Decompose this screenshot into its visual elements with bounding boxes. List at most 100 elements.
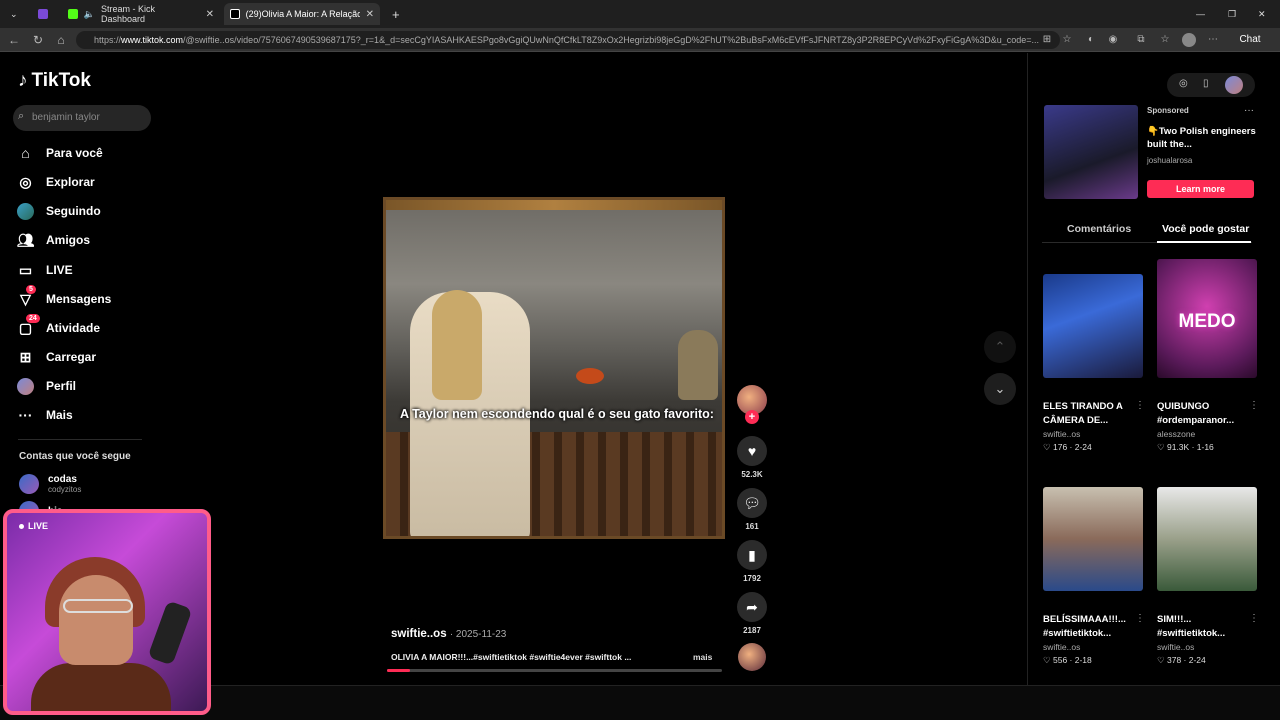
sidebar-item-label: Perfil [46,379,77,393]
suggested-video-card[interactable]: MEDO QUIBUNGO #ordemparanor... ⋮ alesszo… [1157,259,1259,453]
webcam-shirt [31,663,171,711]
next-video-button[interactable]: ⌄ [984,373,1016,405]
menu-icon[interactable]: ⋯ [1206,33,1220,47]
sidebar-item-seguindo[interactable]: Seguindo [17,201,101,221]
ad-user[interactable]: joshualarosa [1147,156,1192,165]
sidebar-item-explorar[interactable]: ◎ Explorar [17,172,94,192]
account-handle: codyzitos [48,485,82,494]
webcam-overlay: LIVE [3,509,211,715]
minimize-button[interactable]: — [1190,3,1211,25]
reload-icon[interactable]: ↻ [30,32,46,48]
home-icon[interactable]: ⌂ [53,32,69,48]
account-name: codas [48,474,77,485]
follow-button[interactable]: + [745,410,759,424]
like-count: 52.3K [741,470,763,479]
extensions-icon[interactable]: ⧉ [1134,33,1148,47]
user-avatar[interactable] [1225,76,1243,94]
heart-outline-icon: ♡ [1157,442,1167,452]
back-icon[interactable]: ← [6,32,22,48]
video-scene-bird [576,368,604,384]
sidebar-item-perfil[interactable]: Perfil [17,376,76,396]
following-title: Contas que você segue [19,451,131,462]
card-author: alesszone [1157,429,1196,439]
close-window-button[interactable]: ✕ [1252,3,1272,25]
sidebar-item-mensagens[interactable]: ▽ 5 Mensagens [17,284,111,309]
chevron-up-icon: ⌃ [994,339,1006,354]
sidebar-item-carregar[interactable]: ⊞ Carregar [17,347,96,367]
sidebar-item-amigos[interactable]: 👥︎ Amigos [17,230,90,250]
card-menu-icon[interactable]: ⋮ [1249,400,1259,411]
suggested-video-card[interactable]: SIM!!!... #swiftietiktok... ⋮ swiftie..o… [1157,487,1259,666]
heart-icon: ♥ [737,436,767,466]
video-thumbnail[interactable] [1157,487,1257,591]
copilot-chat-button[interactable]: Chat [1230,33,1270,47]
ad-title[interactable]: 👇Two Polish engineers built the... [1147,125,1257,151]
previous-video-button[interactable]: ⌃ [984,331,1016,363]
tab-voce-pode-gostar[interactable]: Você pode gostar [1162,223,1249,235]
card-menu-icon[interactable]: ⋮ [1135,400,1145,411]
close-tab-icon[interactable]: ✕ [206,9,214,20]
speaker-icon: 🔈 [83,8,96,19]
sponsored-label: Sponsored [1147,106,1189,115]
music-disc-icon[interactable] [738,643,766,671]
device-icon[interactable]: ▯ [1203,78,1209,89]
video-thumbnail[interactable]: MEDO [1157,259,1257,378]
ad-menu-icon[interactable]: ··· [1244,105,1254,116]
tiktok-favicon-icon [230,9,240,19]
browser-tab-tiktok[interactable]: (29)Olivia A Maior: A Relação entr ✕ [224,3,380,25]
video-progress-bar[interactable] [387,669,722,672]
url-host: www.tiktok.com [121,35,184,45]
suggested-video-card[interactable]: ELES TIRANDO A CÂMERA DE... ⋮ swiftie..o… [1043,274,1145,453]
star-icon[interactable]: ☆ [1060,33,1074,47]
close-tab-icon[interactable]: ✕ [366,9,374,20]
comment-count: 161 [745,522,759,531]
maximize-button[interactable]: ❐ [1222,3,1242,25]
sidebar-item-live[interactable]: ▭ LIVE [17,260,73,280]
extension-icon[interactable]: ◉ [1106,33,1120,47]
compass-icon[interactable]: ◎ [1179,78,1188,89]
card-author: swiftie..os [1043,429,1081,439]
video-player[interactable]: A Taylor nem escondendo qual é o seu gat… [383,197,725,539]
learn-more-button[interactable]: Learn more [1147,180,1254,198]
favorites-icon[interactable]: ☆ [1158,33,1172,47]
card-likes: 91.3K [1166,442,1190,452]
save-button[interactable]: ▮ 1792 [736,540,768,583]
video-thumbnail[interactable] [1043,487,1143,591]
more-button[interactable]: mais [693,652,712,662]
extension-icon[interactable]: ◐ [1084,33,1098,47]
more-icon: ··· [18,407,33,423]
share-count: 2187 [743,626,761,635]
video-author[interactable]: swiftie..os · 2025-11-23 [391,628,506,640]
sidebar-item-atividade[interactable]: ▢ 24 Atividade [17,313,100,338]
card-meta: ♡ 176 · 2-24 [1043,442,1092,452]
card-menu-icon[interactable]: ⋮ [1135,613,1145,624]
tiktok-note-icon: ♪ [18,70,28,91]
new-tab-button[interactable]: + [386,3,406,25]
tab-comentarios[interactable]: Comentários [1067,223,1131,235]
sidebar-item-mais[interactable]: ··· Mais [17,405,73,425]
search-input[interactable]: benjamin taylor [13,105,151,131]
chevron-down-icon: ⌄ [994,381,1006,396]
sidebar-item-label: Carregar [46,350,97,364]
card-menu-icon[interactable]: ⋮ [1249,613,1259,624]
video-thumbnail[interactable] [1043,274,1143,378]
sidebar-item-para-voce[interactable]: ⌂ Para você [17,143,102,163]
install-app-icon[interactable]: ⊞ [1040,33,1054,47]
following-account[interactable]: codas codyzitos [19,474,81,494]
comment-button[interactable]: 💬︎ 161 [736,488,768,531]
url-bar[interactable]: https://www.tiktok.com/@swiftie..os/vide… [76,31,1060,49]
compass-icon: ◎ [19,173,32,190]
suggested-video-card[interactable]: BELÍSSIMAAA!!!... #swiftietiktok... ⋮ sw… [1043,487,1145,666]
tab-list-button[interactable]: ⌄ [4,3,24,25]
ad-thumbnail[interactable] [1044,105,1138,199]
activity-icon: ▢ 24 [17,313,40,337]
card-meta: ♡ 378 · 2-24 [1157,655,1206,665]
browser-tab-kick[interactable]: 🔈 Stream - Kick Dashboard ✕ [62,3,220,25]
divider [18,439,142,440]
share-button[interactable]: ➦ 2187 [736,592,768,635]
microphone-icon [147,600,193,666]
tiktok-logo[interactable]: ♪ TikTok [18,70,91,92]
browser-tab-1[interactable] [32,3,60,25]
like-button[interactable]: ♥ 52.3K [736,436,768,479]
profile-avatar[interactable] [1182,33,1196,47]
